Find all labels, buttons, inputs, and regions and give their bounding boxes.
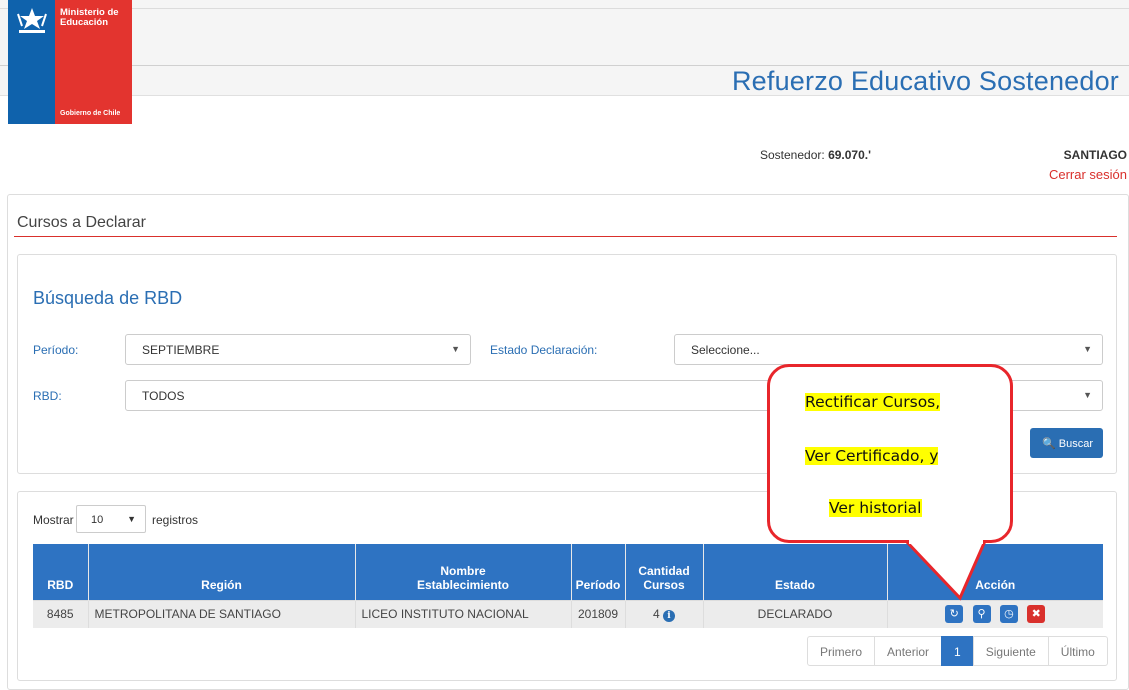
logo-government-text: Gobierno de Chile (60, 110, 121, 117)
cell-rbd: 8485 (33, 599, 89, 628)
info-icon[interactable]: i (663, 609, 676, 622)
header-divider-top (0, 8, 1129, 9)
history-clock-icon[interactable]: ◷ (999, 605, 1018, 624)
search-button-label: Buscar (1058, 438, 1094, 450)
chevron-down-icon: ▼ (1083, 390, 1092, 400)
page-title: Cursos a Declarar (17, 214, 146, 231)
col-accion: Acción (887, 544, 1103, 600)
page-length-select[interactable]: 10 ▼ (76, 505, 146, 533)
callout-line-3: Ver historial (829, 499, 922, 517)
col-estado[interactable]: Estado (703, 544, 888, 600)
search-title: Búsqueda de RBD (33, 288, 183, 308)
cell-cursos-value: 4 (652, 606, 660, 621)
page-length-value: 10 (91, 514, 104, 526)
page-prev[interactable]: Anterior (874, 636, 943, 666)
delete-x-icon[interactable]: ✖ (1027, 605, 1046, 624)
view-certificate-search-icon[interactable]: ⚲ (972, 605, 991, 624)
title-divider (14, 236, 1117, 237)
sostenedor-value: 69.070.' (828, 148, 871, 162)
col-establecimiento-label: Nombre Establecimiento (416, 563, 510, 592)
estado-select[interactable]: Seleccione... ▼ (674, 334, 1103, 365)
page-next[interactable]: Siguiente (972, 636, 1049, 666)
records-label: registros (152, 513, 199, 527)
show-label: Mostrar (33, 513, 74, 527)
sostenedor-label: Sostenedor: (760, 148, 825, 162)
periodo-select[interactable]: SEPTIEMBRE ▼ (125, 334, 471, 365)
estado-select-value: Seleccione... (691, 343, 760, 357)
cell-establecimiento: LICEO INSTITUTO NACIONAL (355, 599, 572, 628)
col-establecimiento[interactable]: Nombre Establecimiento (355, 544, 572, 600)
page-last[interactable]: Último (1047, 636, 1108, 666)
search-button[interactable]: 🔍 Buscar (1030, 428, 1103, 458)
logout-link[interactable]: Cerrar sesión (1049, 167, 1127, 182)
chevron-down-icon: ▼ (1083, 344, 1092, 354)
search-icon: 🔍 (1042, 438, 1056, 450)
periodo-select-value: SEPTIEMBRE (142, 343, 220, 357)
callout-text-3: Ver historial (829, 499, 922, 517)
periodo-label: Período: (33, 343, 79, 357)
callout-line-2: Ver Certificado, y (805, 447, 939, 465)
chile-crest-icon (17, 8, 47, 33)
table-header-row: RBD Región Nombre Establecimiento Períod… (33, 544, 1103, 600)
page-current[interactable]: 1 (941, 636, 974, 666)
cell-estado: DECLARADO (703, 599, 888, 628)
rbd-label: RBD: (33, 389, 62, 403)
pagination: Primero Anterior 1 Siguiente Último (807, 636, 1108, 666)
chevron-down-icon: ▼ (451, 344, 460, 354)
col-region[interactable]: Región (88, 544, 356, 600)
chevron-down-icon: ▼ (127, 514, 136, 524)
ministerio-logo[interactable]: Ministerio de Educación Gobierno de Chil… (8, 0, 132, 124)
cell-periodo: 201809 (571, 599, 626, 628)
table-row: 8485 METROPOLITANA DE SANTIAGO LICEO INS… (33, 599, 1103, 628)
logo-ministry-text: Ministerio de Educación (60, 7, 119, 28)
cell-cursos: 4 i (625, 599, 704, 628)
callout-text-1: Rectificar Cursos, (805, 393, 941, 411)
cell-actions: ↻ ⚲ ◷ ✖ (887, 599, 1103, 628)
sostenedor-info: Sostenedor: 69.070.' (760, 148, 871, 162)
results-table: RBD Región Nombre Establecimiento Períod… (33, 544, 1103, 628)
user-city: SANTIAGO (1063, 148, 1127, 162)
cell-region: METROPOLITANA DE SANTIAGO (88, 599, 356, 628)
col-periodo[interactable]: Período (571, 544, 626, 600)
rbd-select-value: TODOS (142, 389, 185, 403)
col-cursos-label: Cantidad Cursos (638, 563, 690, 592)
app-title: Refuerzo Educativo Sostenedor (731, 66, 1119, 96)
estado-label: Estado Declaración: (490, 343, 598, 357)
col-rbd[interactable]: RBD (33, 544, 89, 600)
col-cursos[interactable]: Cantidad Cursos (625, 544, 704, 600)
callout-text-2: Ver Certificado, y (805, 447, 939, 465)
rectify-refresh-icon[interactable]: ↻ (945, 605, 964, 624)
callout-line-1: Rectificar Cursos, (805, 393, 941, 411)
page-first[interactable]: Primero (807, 636, 876, 666)
